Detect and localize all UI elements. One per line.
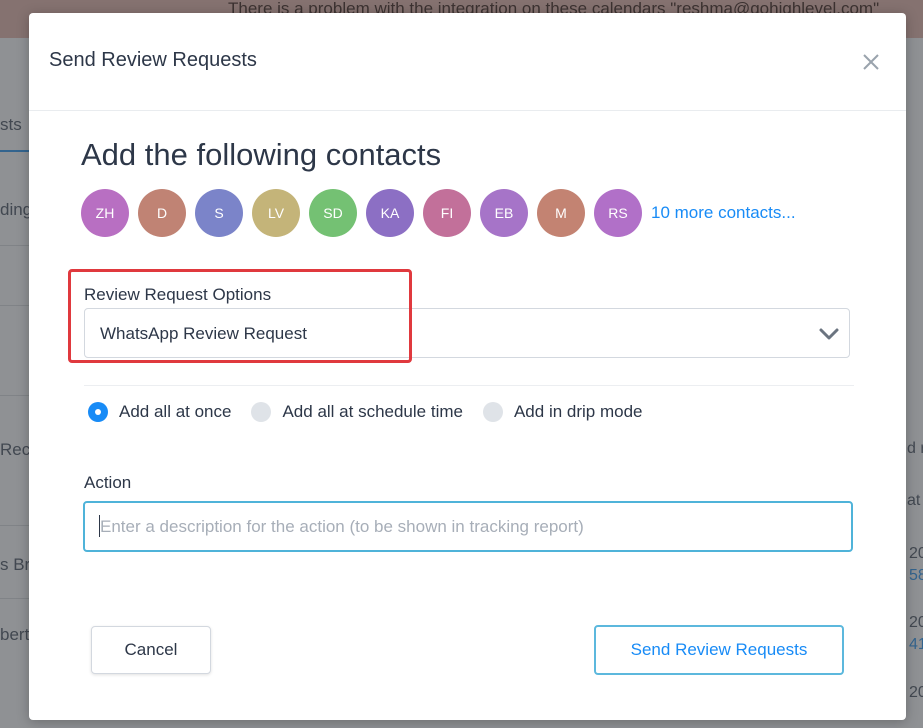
avatar[interactable]: KA	[366, 189, 414, 237]
send-review-requests-button[interactable]: Send Review Requests	[594, 625, 844, 675]
avatar[interactable]: S	[195, 189, 243, 237]
add-mode-radio-group: Add all at once Add all at schedule time…	[88, 399, 663, 425]
chevron-down-icon	[819, 328, 839, 340]
close-button[interactable]	[856, 47, 886, 77]
avatar[interactable]: RS	[594, 189, 642, 237]
radio-add-at-schedule-time[interactable]: Add all at schedule time	[251, 402, 463, 422]
radio-label: Add in drip mode	[513, 402, 643, 421]
radio-unchecked-icon	[482, 402, 503, 422]
radio-add-in-drip-mode[interactable]: Add in drip mode	[482, 402, 643, 422]
section-divider	[84, 385, 854, 386]
radio-unchecked-icon	[251, 402, 272, 422]
avatar[interactable]: LV	[252, 189, 300, 237]
close-icon	[863, 54, 879, 70]
review-options-selected-value: WhatsApp Review Request	[100, 324, 307, 343]
review-options-label: Review Request Options	[84, 285, 272, 304]
contacts-heading: Add the following contacts	[81, 137, 442, 172]
avatar[interactable]: M	[537, 189, 585, 237]
action-label: Action	[84, 473, 132, 492]
avatar[interactable]: FI	[423, 189, 471, 237]
review-options-select[interactable]: WhatsApp Review Request	[84, 308, 850, 358]
modal-header: Send Review Requests	[29, 13, 906, 111]
send-review-requests-modal: Send Review Requests Add the following c…	[29, 13, 906, 720]
more-contacts-link[interactable]: 10 more contacts...	[651, 203, 796, 223]
avatar[interactable]: D	[138, 189, 186, 237]
contact-avatars: ZH D S LV SD KA FI EB M RS 10 more conta…	[81, 189, 796, 237]
avatar[interactable]: SD	[309, 189, 357, 237]
radio-label: Add all at schedule time	[282, 402, 463, 421]
avatar[interactable]: EB	[480, 189, 528, 237]
modal-title: Send Review Requests	[49, 49, 257, 71]
radio-label: Add all at once	[119, 402, 232, 421]
cancel-button[interactable]: Cancel	[91, 626, 211, 674]
action-description-input[interactable]	[83, 501, 853, 552]
avatar[interactable]: ZH	[81, 189, 129, 237]
radio-add-all-at-once[interactable]: Add all at once	[88, 402, 231, 422]
radio-checked-icon	[88, 402, 108, 422]
text-cursor	[99, 515, 100, 537]
